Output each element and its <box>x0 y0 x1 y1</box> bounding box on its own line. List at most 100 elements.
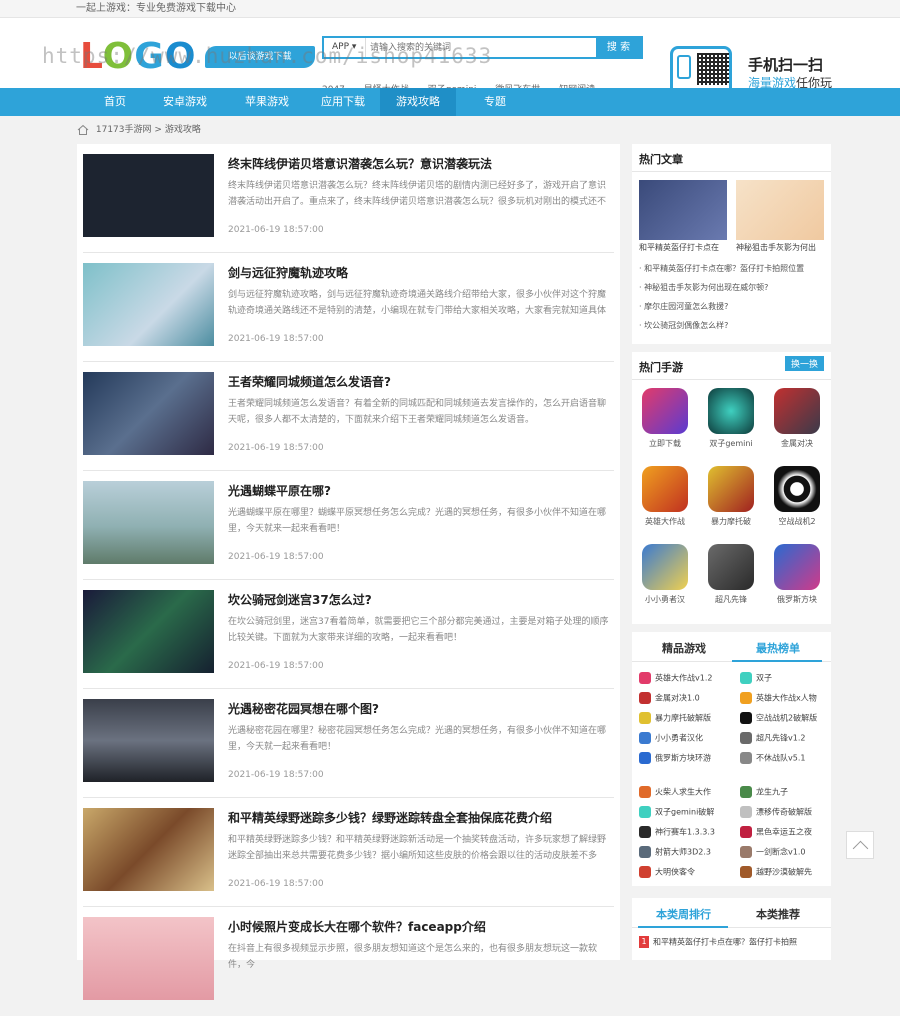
back-to-top-button[interactable] <box>846 831 874 859</box>
rank-item[interactable]: 金属对决1.0 <box>639 692 700 704</box>
phone-icon <box>677 55 691 79</box>
rank-item[interactable]: 1 和平精英盔仔打卡点在哪？盔仔打卡拍照 <box>639 936 797 948</box>
article-desc: 光遇蝴蝶平原在哪里？蝴蝶平原冥想任务怎么完成？光遇的冥想任务，有很多小伙伴不知道… <box>228 508 607 534</box>
rank-item[interactable]: 龙生九子 <box>740 786 788 798</box>
game-item[interactable]: 空战战机2 <box>771 466 823 527</box>
article-time: 2021-06-19 18:57:00 <box>228 443 324 453</box>
game-name[interactable]: 空战战机2 <box>771 516 823 527</box>
game-icon[interactable] <box>708 388 754 434</box>
qr-code-image <box>697 53 729 85</box>
game-name[interactable]: 金属对决 <box>771 438 823 449</box>
game-item[interactable]: 俄罗斯方块 <box>771 544 823 605</box>
game-name[interactable]: 立即下载 <box>639 438 691 449</box>
article-title[interactable]: 光遇秘密花园冥想在哪个图? <box>228 700 379 717</box>
game-icon[interactable] <box>642 388 688 434</box>
rank-item[interactable]: 黑色幸运五之夜 <box>740 826 812 838</box>
tab-featured-games[interactable]: 精品游戏 <box>662 640 706 656</box>
game-icon[interactable] <box>774 544 820 590</box>
article-title[interactable]: 王者荣耀同城频道怎么发语音? <box>228 373 391 390</box>
breadcrumb-home[interactable]: 17173手游网 <box>96 125 152 135</box>
game-item[interactable]: 小小勇者汉 <box>639 544 691 605</box>
rank-item[interactable]: 英雄大作战x人物 <box>740 692 817 704</box>
article-item[interactable]: 小时候照片变成长大在哪个软件？faceapp介绍 在抖音上有很多视频显示步照，很… <box>83 907 614 1016</box>
game-icon[interactable] <box>642 466 688 512</box>
rank-item[interactable]: 空战战机2破解版 <box>740 712 817 724</box>
article-thumbnail[interactable] <box>83 808 214 891</box>
rank-item[interactable]: 越野沙漠破解先 <box>740 866 812 878</box>
game-icon[interactable] <box>642 544 688 590</box>
rank-item[interactable]: 漂移传奇破解版 <box>740 806 812 818</box>
article-item[interactable]: 终末阵线伊诺贝塔意识潜袭怎么玩？意识潜袭玩法 终末阵线伊诺贝塔意识潜袭怎么玩？终… <box>83 144 614 253</box>
article-thumbnail[interactable] <box>83 372 214 455</box>
article-item[interactable]: 坎公骑冠剑迷宫37怎么过? 在坎公骑冠剑里，迷宫37看着简单，就需要把它三个部分… <box>83 580 614 689</box>
rank-item[interactable]: 俄罗斯方块环游 <box>639 752 711 764</box>
article-thumbnail[interactable] <box>83 481 214 564</box>
article-title[interactable]: 终末阵线伊诺贝塔意识潜袭怎么玩？意识潜袭玩法 <box>228 155 492 172</box>
rank-item[interactable]: 暴力摩托破解版 <box>639 712 711 724</box>
hot-article-link[interactable]: · 神秘狙击手灰影为何出现在威尔顿? <box>639 278 824 297</box>
article-time: 2021-06-19 18:57:00 <box>228 334 324 344</box>
game-item[interactable]: 英雄大作战 <box>639 466 691 527</box>
rank-item[interactable]: 双子 <box>740 672 772 684</box>
article-thumbnail[interactable] <box>83 263 214 346</box>
rank-item[interactable]: 大明侠客令 <box>639 866 695 878</box>
article-title[interactable]: 光遇蝴蝶平原在哪? <box>228 482 331 499</box>
article-thumbnail[interactable] <box>83 699 214 782</box>
rank-item[interactable]: 不休战队v5.1 <box>740 752 805 764</box>
game-name[interactable]: 超凡先锋 <box>705 594 757 605</box>
article-item[interactable]: 剑与远征狩魔轨迹攻略 剑与远征狩魔轨迹攻略，剑与远征狩魔轨迹奇境通关路线介绍带给… <box>83 253 614 362</box>
search-button[interactable]: 搜 索 <box>596 38 641 57</box>
hot-article-pic[interactable]: 和平精英盔仔打卡点在 <box>639 180 727 252</box>
game-name[interactable]: 双子gemini <box>705 438 757 449</box>
article-item[interactable]: 光遇秘密花园冥想在哪个图? 光遇秘密花园在哪里？秘密花园冥想任务怎么完成？光遇的… <box>83 689 614 798</box>
game-item[interactable]: 超凡先锋 <box>705 544 757 605</box>
article-item[interactable]: 光遇蝴蝶平原在哪? 光遇蝴蝶平原在哪里？蝴蝶平原冥想任务怎么完成？光遇的冥想任务… <box>83 471 614 580</box>
game-name[interactable]: 小小勇者汉 <box>639 594 691 605</box>
refresh-button[interactable]: 换一换 <box>784 356 824 371</box>
game-icon[interactable] <box>774 466 820 512</box>
rank-item[interactable]: 双子gemini破解 <box>639 806 714 818</box>
hot-article-link[interactable]: · 和平精英盔仔打卡点在哪？盔仔打卡拍照位置 <box>639 259 824 278</box>
game-icon[interactable] <box>708 466 754 512</box>
game-name[interactable]: 英雄大作战 <box>639 516 691 527</box>
game-item[interactable]: 立即下载 <box>639 388 691 449</box>
hot-article-pic[interactable]: 神秘狙击手灰影为何出 <box>736 180 824 252</box>
hot-article-pic-label[interactable]: 和平精英盔仔打卡点在 <box>639 242 727 253</box>
game-item[interactable]: 金属对决 <box>771 388 823 449</box>
article-title[interactable]: 坎公骑冠剑迷宫37怎么过? <box>228 591 372 608</box>
hot-article-link[interactable]: · 坎公骑冠剑偶像怎么样? <box>639 316 824 335</box>
rank-item[interactable]: 小小勇者汉化 <box>639 732 703 744</box>
article-title[interactable]: 和平精英绿野迷踪多少钱？绿野迷踪转盘全套抽保底花费介绍 <box>228 809 552 826</box>
nav-android-games[interactable]: 安卓游戏 <box>147 88 223 116</box>
rank-item[interactable]: 英雄大作战v1.2 <box>639 672 712 684</box>
article-title[interactable]: 小时候照片变成长大在哪个软件？faceapp介绍 <box>228 918 486 935</box>
tab-weekly-ranking[interactable]: 本类周排行 <box>656 906 711 922</box>
hot-article-pic-label[interactable]: 神秘狙击手灰影为何出 <box>736 242 824 253</box>
article-title[interactable]: 剑与远征狩魔轨迹攻略 <box>228 264 348 281</box>
rank-item[interactable]: 一剑断念v1.0 <box>740 846 805 858</box>
nav-home[interactable]: 首页 <box>77 88 153 116</box>
tab-recommended[interactable]: 本类推荐 <box>756 906 800 922</box>
nav-game-guides[interactable]: 游戏攻略 <box>380 88 456 116</box>
game-name[interactable]: 暴力摩托破 <box>705 516 757 527</box>
game-item[interactable]: 双子gemini <box>705 388 757 449</box>
nav-apple-games[interactable]: 苹果游戏 <box>229 88 305 116</box>
article-thumbnail[interactable] <box>83 917 214 1000</box>
rank-item[interactable]: 火柴人求生大作 <box>639 786 711 798</box>
nav-app-download[interactable]: 应用下载 <box>305 88 381 116</box>
rank-item[interactable]: 神行赛车1.3.3.3 <box>639 826 715 838</box>
game-name[interactable]: 俄罗斯方块 <box>771 594 823 605</box>
game-item[interactable]: 暴力摩托破 <box>705 466 757 527</box>
article-thumbnail[interactable] <box>83 154 214 237</box>
rank-item[interactable]: 射箭大师3D2.3 <box>639 846 711 858</box>
game-icon[interactable] <box>774 388 820 434</box>
hot-article-link[interactable]: · 摩尔庄园河童怎么救援? <box>639 297 824 316</box>
tab-hot-list[interactable]: 最热榜单 <box>756 640 800 656</box>
article-thumbnail[interactable] <box>83 590 214 673</box>
rank-item[interactable]: 超凡先锋v1.2 <box>740 732 805 744</box>
article-time: 2021-06-19 18:57:00 <box>228 225 324 235</box>
game-icon[interactable] <box>708 544 754 590</box>
nav-topics[interactable]: 专题 <box>457 88 533 116</box>
article-item[interactable]: 和平精英绿野迷踪多少钱？绿野迷踪转盘全套抽保底花费介绍 和平精英绿野迷踪多少钱？… <box>83 798 614 907</box>
article-item[interactable]: 王者荣耀同城频道怎么发语音? 王者荣耀同城频道怎么发语音？有着全新的同城匹配和同… <box>83 362 614 471</box>
